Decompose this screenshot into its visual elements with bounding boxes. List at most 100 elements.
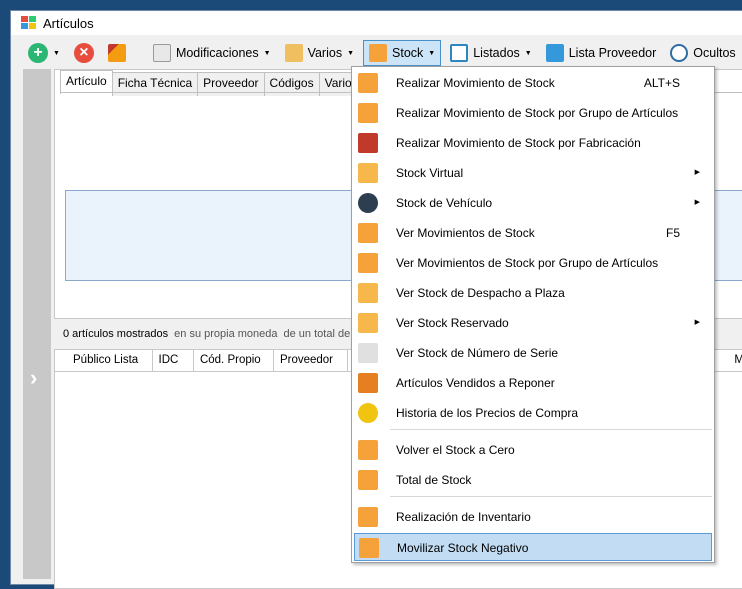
- reset-box-icon: [358, 440, 378, 460]
- stock-group-move-icon: [358, 103, 378, 123]
- menu-item-label: Total de Stock: [396, 473, 472, 487]
- col-proveedor[interactable]: Proveedor: [274, 350, 349, 371]
- vehicle-wheel-icon: [358, 193, 378, 213]
- menu-item-label: Movilizar Stock Negativo: [397, 541, 529, 555]
- chevron-down-icon: ▼: [524, 49, 532, 57]
- col-idc[interactable]: IDC: [153, 350, 194, 371]
- varios-icon: [284, 44, 303, 62]
- search-box-icon: [358, 253, 378, 273]
- menu-item-label: Ver Movimientos de Stock por Grupo de Ar…: [396, 256, 659, 270]
- menu-item-label: Volver el Stock a Cero: [396, 443, 515, 457]
- varios-button[interactable]: Varios ▼: [280, 40, 359, 66]
- inventory-check-icon: [358, 507, 378, 527]
- menu-separator: [390, 429, 712, 430]
- ocultos-button[interactable]: Ocultos▼: [665, 40, 742, 66]
- menu-separator: [390, 496, 712, 497]
- menu-item-label: Ver Movimientos de Stock: [396, 226, 535, 240]
- menu-item-12[interactable]: Volver el Stock a Cero: [354, 436, 712, 464]
- stock-label: Stock: [392, 46, 424, 60]
- chevron-right-icon: ›: [30, 365, 38, 390]
- menu-item-label: Ver Stock de Número de Serie: [396, 346, 559, 360]
- search-box-icon: [358, 223, 378, 243]
- plus-icon: +: [28, 43, 48, 63]
- lista-proveedor-button[interactable]: Lista Proveedor: [541, 40, 662, 66]
- total-box-icon: [358, 470, 378, 490]
- listados-button[interactable]: Listados ▼: [445, 40, 537, 66]
- menu-item-0[interactable]: Realizar Movimiento de Stock ALT+S: [354, 69, 712, 97]
- col-cod-propio[interactable]: Cód. Propio: [194, 350, 274, 371]
- listados-label: Listados: [473, 46, 520, 60]
- edit-button[interactable]: [103, 40, 136, 66]
- menu-item-5[interactable]: Ver Movimientos de Stock F5: [354, 219, 712, 247]
- count-text: 0 artículos mostrados: [63, 328, 169, 340]
- menu-item-label: Ver Stock Reservado: [396, 316, 509, 330]
- edit-document-icon: [152, 44, 171, 62]
- reserved-box-icon: [358, 313, 378, 333]
- dispatch-box-icon: [358, 283, 378, 303]
- modificaciones-label: Modificaciones: [175, 46, 259, 60]
- app-logo-icon: [21, 16, 37, 30]
- supplier-list-icon: [545, 44, 564, 62]
- window-title: Artículos: [43, 15, 94, 31]
- col-publico-lista[interactable]: Público Lista: [67, 350, 153, 371]
- total-text: de un total de 0: [283, 328, 360, 340]
- factory-icon: [358, 133, 378, 153]
- magnifier-icon: [670, 44, 689, 62]
- menu-item-1[interactable]: Realizar Movimiento de Stock por Grupo d…: [354, 99, 712, 127]
- negative-stock-icon: [359, 538, 379, 558]
- toolbar: + ▼ × Modificaciones ▼ Varios ▼ Stock ▼ List…: [11, 39, 742, 67]
- menu-item-14[interactable]: Realización de Inventario: [354, 503, 712, 531]
- menu-item-shortcut: ALT+S: [643, 76, 680, 90]
- menu-item-shortcut: F5: [665, 226, 680, 240]
- menu-item-label: Artículos Vendidos a Reponer: [396, 376, 555, 390]
- status-line: 0 artículos mostrados en su propia moneda…: [63, 328, 359, 340]
- menu-item-label: Stock de Vehículo: [396, 196, 493, 210]
- chevron-down-icon: ▼: [347, 49, 355, 57]
- delete-button[interactable]: ×: [69, 40, 99, 66]
- menu-item-label: Historia de los Precios de Compra: [396, 406, 579, 420]
- menu-item-label: Realización de Inventario: [396, 510, 531, 524]
- restock-icon: [358, 373, 378, 393]
- stock-box-icon: [369, 44, 388, 62]
- col-m[interactable]: M: [728, 350, 742, 371]
- pencil-icon: [107, 44, 126, 62]
- menu-item-label: Stock Virtual: [396, 166, 464, 180]
- close-icon: ×: [73, 43, 94, 63]
- menu-item-13[interactable]: Total de Stock: [354, 466, 712, 494]
- menu-item-8[interactable]: Ver Stock Reservado ▶: [354, 309, 712, 337]
- coin-icon: [358, 403, 378, 423]
- chevron-down-icon: ▼: [263, 49, 271, 57]
- varios-label: Varios: [307, 46, 343, 60]
- stock-move-icon: [358, 73, 378, 93]
- menu-item-label: Ver Stock de Despacho a Plaza: [396, 286, 565, 300]
- menu-item-label: Realizar Movimiento de Stock por Fabrica…: [396, 136, 641, 150]
- menu-item-7[interactable]: Ver Stock de Despacho a Plaza: [354, 279, 712, 307]
- menu-item-15[interactable]: Movilizar Stock Negativo: [354, 533, 712, 561]
- ocultos-label: Ocultos: [693, 46, 736, 60]
- submenu-arrow-icon: ▶: [694, 199, 700, 206]
- clipboard-icon: [450, 44, 469, 62]
- menu-item-label: Realizar Movimiento de Stock: [396, 76, 555, 90]
- submenu-arrow-icon: ▶: [694, 169, 700, 176]
- stock-dropdown-menu: Realizar Movimiento de Stock ALT+S Realiza…: [351, 66, 715, 563]
- title-bar: Artículos: [11, 11, 742, 35]
- serial-box-icon: [358, 343, 378, 363]
- collapse-sidebar[interactable]: ›: [23, 69, 51, 579]
- menu-item-10[interactable]: Artículos Vendidos a Reponer: [354, 369, 712, 397]
- menu-item-6[interactable]: Ver Movimientos de Stock por Grupo de Ar…: [354, 249, 712, 277]
- currency-text: en su propia moneda: [174, 328, 278, 340]
- menu-item-4[interactable]: Stock de Vehículo ▶: [354, 189, 712, 217]
- modificaciones-button[interactable]: Modificaciones ▼: [148, 40, 276, 66]
- menu-item-11[interactable]: Historia de los Precios de Compra: [354, 399, 712, 427]
- menu-item-3[interactable]: Stock Virtual ▶: [354, 159, 712, 187]
- add-button[interactable]: + ▼: [23, 40, 65, 66]
- menu-item-9[interactable]: Ver Stock de Número de Serie: [354, 339, 712, 367]
- menu-item-label: Realizar Movimiento de Stock por Grupo d…: [396, 106, 679, 120]
- virtual-stock-icon: [358, 163, 378, 183]
- submenu-arrow-icon: ▶: [694, 319, 700, 326]
- chevron-down-icon: ▼: [428, 49, 436, 57]
- chevron-down-icon: ▼: [53, 49, 60, 57]
- tab-articulo[interactable]: Artículo: [60, 70, 113, 94]
- menu-item-2[interactable]: Realizar Movimiento de Stock por Fabrica…: [354, 129, 712, 157]
- stock-button[interactable]: Stock ▼: [363, 40, 442, 66]
